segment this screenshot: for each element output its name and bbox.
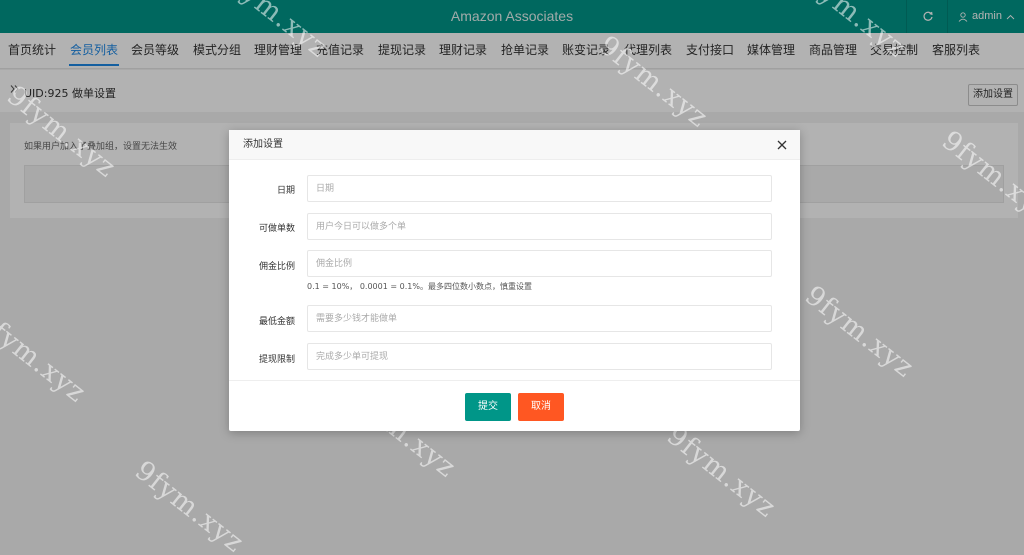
min-amount-label: 最低金额: [258, 317, 295, 327]
date-label: 日期: [276, 186, 295, 196]
order-count-label: 可做单数: [258, 224, 295, 234]
cancel-button[interactable]: 取消: [518, 393, 564, 421]
min-amount-input[interactable]: [307, 305, 772, 332]
submit-button[interactable]: 提交: [465, 393, 511, 421]
order-count-input[interactable]: [307, 213, 772, 240]
commission-rate-input[interactable]: [307, 250, 772, 277]
withdraw-limit-input[interactable]: [307, 343, 772, 370]
add-setting-dialog: 添加设置 日期 可做单数 佣金比例 0.1 = 10%， 0.0001 = 0.…: [229, 130, 800, 431]
dialog-title: 添加设置: [243, 139, 283, 150]
dialog-header: 添加设置: [229, 130, 800, 160]
close-icon[interactable]: [775, 138, 789, 152]
commission-rate-label: 佣金比例: [258, 262, 295, 272]
withdraw-limit-label: 提现限制: [258, 355, 295, 365]
divider: [229, 380, 800, 381]
date-input[interactable]: [307, 175, 772, 202]
commission-hint: 0.1 = 10%， 0.0001 = 0.1%。最多四位数小数点，慎重设置: [307, 282, 532, 291]
